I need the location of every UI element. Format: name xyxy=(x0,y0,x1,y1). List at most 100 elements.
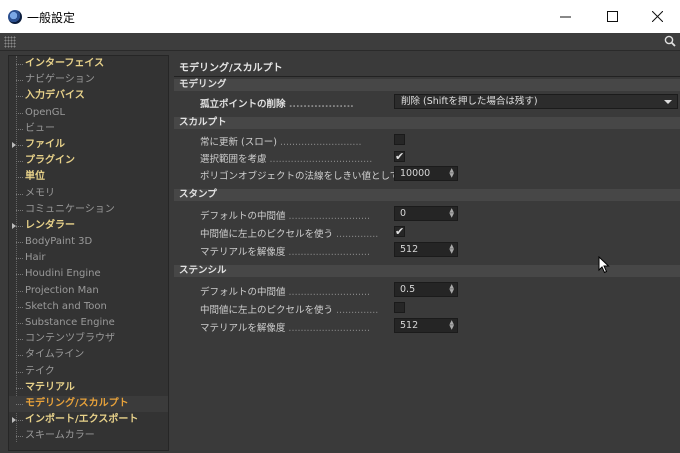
section-sculpt-header: スカルプト xyxy=(174,117,680,129)
sidebar-item-label: Substance Engine xyxy=(25,317,115,328)
sidebar-item[interactable]: OpenGL xyxy=(9,105,168,121)
sidebar-item-label: 単位 xyxy=(25,171,45,183)
maximize-icon xyxy=(606,11,618,22)
sidebar-item[interactable]: モデリング/スカルプト xyxy=(9,395,168,413)
row-stencil-top-left-pixel: 中間値に左上のピクセルを使う .............. xyxy=(174,299,680,317)
close-button[interactable] xyxy=(634,0,680,33)
sidebar-item[interactable]: BodyPaint 3D xyxy=(9,234,168,250)
isolated-points-label: 孤立ポイントの削除 .................. xyxy=(200,99,354,110)
stencil-material-res-value: 512 xyxy=(400,320,419,331)
sidebar-item[interactable]: メモリ xyxy=(9,186,168,202)
mouse-cursor-icon xyxy=(598,256,610,274)
stencil-top-left-pixel-checkbox[interactable] xyxy=(394,302,405,313)
sidebar-item[interactable]: プラグイン xyxy=(9,153,168,169)
sidebar-item[interactable]: コンテンツブラウザ xyxy=(9,331,168,347)
polygon-threshold-label: ポリゴンオブジェクトの法線をしきい値として使う xyxy=(200,171,414,182)
polygon-threshold-input[interactable]: 10000 ▲ ▼ xyxy=(394,166,458,181)
window-title: 一般設定 xyxy=(27,11,76,25)
toolbar xyxy=(0,33,680,51)
grip-icon[interactable] xyxy=(4,36,16,48)
sidebar-item-label: コミュニケーション xyxy=(25,203,115,215)
row-consider-selection: 選択範囲を考慮 ................................… xyxy=(174,148,680,166)
spinner-icon[interactable]: ▲ ▼ xyxy=(449,320,454,331)
sidebar-item[interactable]: インターフェイス xyxy=(9,56,168,72)
always-update-checkbox[interactable] xyxy=(394,134,405,145)
minimize-button[interactable] xyxy=(542,0,588,33)
spinner-icon[interactable]: ▲ ▼ xyxy=(449,208,454,219)
expand-arrow-icon[interactable] xyxy=(12,417,16,424)
sidebar-item-label: ファイル xyxy=(25,138,65,150)
spinner-icon[interactable]: ▲ ▼ xyxy=(449,284,454,295)
sidebar-item-label: インターフェイス xyxy=(25,58,105,69)
sidebar-item-label: インポート/エクスポート xyxy=(25,414,139,426)
sidebar-item-label: タイムライン xyxy=(25,349,85,361)
sidebar-item[interactable]: Substance Engine xyxy=(9,315,168,331)
settings-tree: インターフェイス ナビゲーション入力デバイス OpenGL ビュー ファイルプラグイン単… xyxy=(8,55,169,451)
sidebar-item[interactable]: 単位 xyxy=(9,169,168,185)
row-polygon-threshold: ポリゴンオブジェクトの法線をしきい値として使う 10000 ▲ ▼ xyxy=(174,165,680,183)
stamp-default-mid-value: 0 xyxy=(400,208,407,219)
sidebar-item[interactable]: Projection Man xyxy=(9,283,168,299)
sidebar-item-label: メモリ xyxy=(25,187,55,199)
stamp-default-mid-input[interactable]: 0 ▲ ▼ xyxy=(394,206,458,221)
consider-selection-checkbox[interactable]: ✔ xyxy=(394,151,405,162)
stencil-default-mid-input[interactable]: 0.5 ▲ ▼ xyxy=(394,282,458,297)
stencil-top-left-pixel-label: 中間値に左上のピクセルを使う .............. xyxy=(200,305,379,316)
sidebar-item[interactable]: タイムライン xyxy=(9,347,168,363)
expand-arrow-icon[interactable] xyxy=(12,141,16,148)
sidebar-item[interactable]: ビュー xyxy=(9,121,168,137)
row-stencil-material-res: マテリアルを解像度 ........................... 51… xyxy=(174,317,680,335)
sidebar-item-label: マテリアル xyxy=(25,381,75,393)
row-stamp-top-left-pixel: 中間値に左上のピクセルを使う .............. ✔ xyxy=(174,223,680,241)
sidebar-item[interactable]: マテリアル xyxy=(9,380,168,396)
sidebar-item-label: Projection Man xyxy=(25,284,99,296)
consider-selection-label: 選択範囲を考慮 ................................… xyxy=(200,154,373,165)
section-modeling-header: モデリング xyxy=(174,79,680,91)
stencil-material-res-input[interactable]: 512 ▲ ▼ xyxy=(394,318,458,333)
sidebar-item-label: Sketch and Toon xyxy=(25,300,107,312)
sidebar-item[interactable]: 入力デバイス xyxy=(9,88,168,104)
search-icon[interactable] xyxy=(664,35,676,50)
sidebar-item-label: モデリング/スカルプト xyxy=(25,397,129,409)
section-stamp-header: スタンプ xyxy=(174,189,680,201)
stamp-top-left-pixel-checkbox[interactable]: ✔ xyxy=(394,226,405,237)
title-bar: 一般設定 xyxy=(0,0,680,33)
sidebar-item-label: スキームカラー xyxy=(25,430,95,442)
sidebar-item[interactable]: コミュニケーション xyxy=(9,202,168,218)
sidebar-item[interactable]: Hair xyxy=(9,250,168,266)
spinner-icon[interactable]: ▲ ▼ xyxy=(449,168,454,179)
sidebar-item[interactable]: スキームカラー xyxy=(9,428,168,444)
isolated-points-value: 削除 (Shiftを押した場合は残す) xyxy=(401,96,538,107)
always-update-label: 常に更新 (スロー) ........................... xyxy=(200,137,362,148)
close-icon xyxy=(651,11,663,22)
minimize-icon xyxy=(559,16,571,18)
sidebar-item-label: OpenGL xyxy=(25,106,66,118)
spinner-icon[interactable]: ▲ ▼ xyxy=(449,244,454,255)
panel-title: モデリング/スカルプト xyxy=(174,61,680,77)
sidebar-item[interactable]: インポート/エクスポート xyxy=(9,412,168,428)
row-stencil-default-mid: デフォルトの中間値 ........................... 0.… xyxy=(174,281,680,299)
sidebar-item-label: テイク xyxy=(25,365,55,377)
stamp-top-left-pixel-label: 中間値に左上のピクセルを使う .............. xyxy=(200,229,379,240)
isolated-points-dropdown[interactable]: 削除 (Shiftを押した場合は残す) xyxy=(394,94,678,109)
sidebar-item-label: BodyPaint 3D xyxy=(25,236,93,248)
sidebar-item-label: コンテンツブラウザ xyxy=(25,333,115,345)
sidebar-item[interactable]: ファイル xyxy=(9,137,168,153)
row-always-update: 常に更新 (スロー) ........................... xyxy=(174,131,680,149)
sidebar-item[interactable]: ナビゲーション xyxy=(9,72,168,88)
cinema4d-icon xyxy=(8,10,22,24)
sidebar-item-label: ナビゲーション xyxy=(25,74,95,86)
sidebar-item-label: プラグイン xyxy=(25,155,75,167)
maximize-button[interactable] xyxy=(589,0,635,33)
sidebar-item[interactable]: Houdini Engine xyxy=(9,266,168,282)
sidebar-item[interactable]: レンダラー xyxy=(9,218,168,234)
sidebar-item[interactable]: Sketch and Toon xyxy=(9,299,168,315)
sidebar-item[interactable]: テイク xyxy=(9,364,168,380)
stamp-material-res-input[interactable]: 512 ▲ ▼ xyxy=(394,242,458,257)
sidebar-item-label: Hair xyxy=(25,252,46,264)
chevron-down-icon xyxy=(664,100,672,104)
polygon-threshold-value: 10000 xyxy=(400,168,431,179)
expand-arrow-icon[interactable] xyxy=(12,222,16,229)
stamp-material-res-value: 512 xyxy=(400,244,419,255)
stencil-default-mid-label: デフォルトの中間値 ........................... xyxy=(200,287,371,298)
